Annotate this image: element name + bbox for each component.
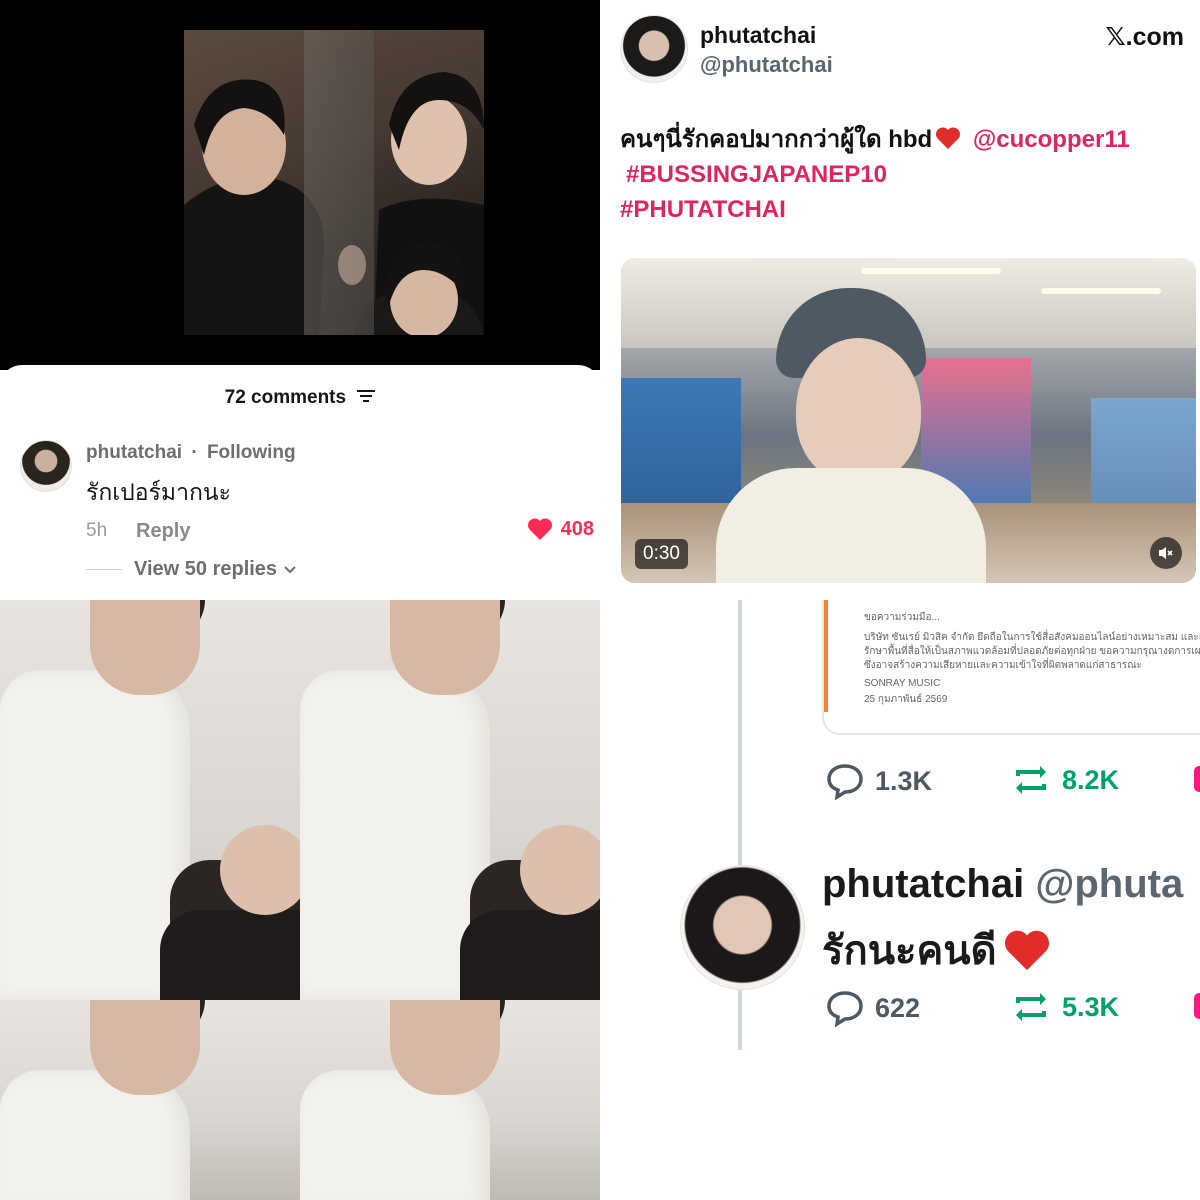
background-wall xyxy=(304,30,374,335)
doc-line: SONRAY MUSIC xyxy=(864,678,941,689)
comment-bubble-icon xyxy=(827,991,863,1027)
reply-author-line[interactable]: phutatchai @phuta xyxy=(822,862,1183,907)
reply-count: 1.3K xyxy=(875,765,933,796)
reply-count-button[interactable]: 622 xyxy=(825,989,920,1027)
like-icon-partial[interactable] xyxy=(1194,766,1200,792)
video-thumbnail[interactable] xyxy=(184,30,484,335)
doc-line: 25 กุมภาพันธ์ 2569 xyxy=(864,694,948,705)
repost-count-button[interactable]: 8.2K xyxy=(1010,762,1119,798)
doc-line: บริษัท ซันเรย์ มิวสิค จำกัด ยึดถือในการใ… xyxy=(864,632,1200,643)
red-heart-emoji xyxy=(936,127,961,149)
comments-count: 72 comments xyxy=(224,387,347,409)
video-duration: 0:30 xyxy=(635,539,688,569)
x-thread: ขอความร่วมมือ... บริษัท ซันเรย์ มิวสิค จ… xyxy=(600,600,1200,1200)
view-replies-button[interactable]: View 50 replies xyxy=(134,558,297,581)
x-post-card: phutatchai @phutatchai 𝕏.com คนๆนี่รักคอ… xyxy=(600,0,1200,600)
photo-tile[interactable] xyxy=(300,600,600,1000)
comment-text: รักเปอร์มากนะ xyxy=(86,479,231,505)
reply-author-avatar[interactable] xyxy=(680,865,805,990)
commenter-avatar[interactable] xyxy=(20,440,72,492)
comment-bubble-icon xyxy=(827,764,863,800)
person-face xyxy=(796,338,921,483)
comment-author-line: phutatchai · Following xyxy=(86,442,296,464)
repost-icon xyxy=(1016,766,1046,794)
photo-tile[interactable] xyxy=(300,1000,600,1200)
doc-line: ขอความร่วมมือ... xyxy=(864,612,940,623)
reply-text: รักนะคนดี xyxy=(822,918,1051,982)
reply-count: 622 xyxy=(875,992,921,1023)
repost-count-button[interactable]: 5.3K xyxy=(1010,989,1119,1025)
comments-panel: 72 comments phutatchai · Following รักเป… xyxy=(0,365,600,600)
author-name[interactable]: phutatchai xyxy=(700,22,816,49)
heart-icon[interactable] xyxy=(527,517,553,541)
chevron-down-icon xyxy=(283,566,296,574)
doc-line: รักษาพื้นที่สื่อให้เป็นสภาพแวดล้อมที่ปลอ… xyxy=(864,646,1200,657)
mention-link[interactable]: @cucopper11 xyxy=(973,126,1130,153)
repost-icon xyxy=(1016,993,1046,1021)
speaker-muted-icon xyxy=(1159,547,1173,559)
repost-count: 8.2K xyxy=(1062,764,1120,795)
comment-time: 5h xyxy=(86,520,108,541)
sort-icon[interactable] xyxy=(357,387,376,409)
photo-grid xyxy=(0,600,600,1200)
author-avatar[interactable] xyxy=(620,15,688,83)
reply-author-name: phutatchai xyxy=(822,862,1025,906)
red-heart-emoji xyxy=(1004,930,1049,971)
comment-username[interactable]: phutatchai xyxy=(86,442,182,463)
reply-text-thai: รักนะคนดี xyxy=(822,929,997,973)
photo-tile[interactable] xyxy=(0,600,300,1000)
post-text-thai: คนๆนี่รักคอปมากกว่าผู้ใด hbd xyxy=(620,126,933,153)
hashtag-link[interactable]: #PHUTATCHAI xyxy=(620,196,786,223)
mute-button[interactable] xyxy=(1150,537,1182,569)
doc-line: ซึ่งอาจสร้างความเสียหายและความเข้าใจที่ผ… xyxy=(864,660,1142,671)
reply-count-button[interactable]: 1.3K xyxy=(825,762,932,800)
hashtag-link[interactable]: #BUSSINGJAPANEP10 xyxy=(626,161,887,188)
quoted-document-image[interactable]: ขอความร่วมมือ... บริษัท ซันเรย์ มิวสิค จ… xyxy=(822,600,1200,735)
x-logo: 𝕏.com xyxy=(1105,23,1185,51)
tiktok-video-area[interactable] xyxy=(0,0,600,370)
separator-dot: · xyxy=(191,442,198,463)
like-count: 408 xyxy=(560,517,594,540)
post-text: คนๆนี่รักคอปมากกว่าผู้ใด hbd @cucopper11… xyxy=(620,122,1180,227)
repost-count: 5.3K xyxy=(1062,991,1120,1022)
like-icon-partial[interactable] xyxy=(1194,993,1200,1019)
following-label: Following xyxy=(206,442,296,463)
photo-tile[interactable] xyxy=(0,1000,300,1200)
view-replies-label: View 50 replies xyxy=(134,558,278,580)
comments-header[interactable]: 72 comments xyxy=(0,387,600,409)
reply-author-handle: @phuta xyxy=(1035,862,1184,906)
person-sweater xyxy=(716,468,986,583)
author-handle[interactable]: @phutatchai xyxy=(700,52,833,78)
replies-divider xyxy=(86,569,122,570)
like-button[interactable]: 408 xyxy=(527,517,594,541)
reply-button[interactable]: Reply xyxy=(136,520,190,543)
video-player[interactable]: 0:30 xyxy=(621,258,1196,583)
